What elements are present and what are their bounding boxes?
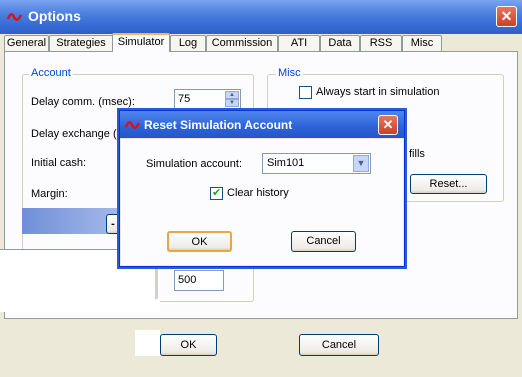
app-logo-icon: [7, 9, 23, 25]
initial-cash-label: Initial cash:: [31, 157, 87, 169]
dialog-ok-button[interactable]: OK: [167, 231, 232, 252]
blank-region: [135, 330, 160, 356]
cancel-button[interactable]: Cancel: [299, 334, 379, 356]
title-bar: Options ✕: [0, 0, 522, 34]
tab-rss[interactable]: RSS: [360, 35, 402, 51]
tab-commission[interactable]: Commission: [206, 35, 278, 51]
spin-down-icon[interactable]: ▼: [225, 99, 239, 107]
simulation-account-label: Simulation account:: [146, 158, 242, 170]
ok-button[interactable]: OK: [160, 334, 217, 356]
close-button[interactable]: ✕: [496, 6, 517, 27]
dialog-title: Reset Simulation Account: [144, 118, 293, 132]
tab-misc[interactable]: Misc: [402, 35, 442, 51]
tab-ati[interactable]: ATI: [278, 35, 320, 51]
reset-button[interactable]: Reset...: [410, 174, 487, 194]
always-start-checkbox[interactable]: [299, 86, 312, 99]
window-title: Options: [28, 8, 81, 24]
dash-button[interactable]: -: [106, 214, 120, 234]
spin-up-icon[interactable]: ▲: [225, 91, 239, 99]
clear-history-checkbox[interactable]: [210, 186, 223, 200]
tab-data[interactable]: Data: [320, 35, 360, 51]
tab-strip: General Strategies Simulator Log Commiss…: [4, 33, 518, 52]
reset-simulation-dialog: Reset Simulation Account ✕ Simulation ac…: [119, 110, 405, 267]
fills-label: fills: [409, 148, 425, 160]
tab-simulator[interactable]: Simulator: [112, 33, 170, 52]
account-group-label: Account: [29, 67, 73, 79]
misc-group-label: Misc: [276, 67, 303, 79]
clear-history-label: Clear history: [227, 187, 289, 199]
tab-log[interactable]: Log: [170, 35, 206, 51]
margin-label: Margin:: [31, 188, 68, 200]
lower-value-field[interactable]: 500: [174, 270, 224, 291]
chevron-down-icon[interactable]: ▼: [353, 155, 369, 172]
always-start-label: Always start in simulation: [316, 86, 440, 98]
delay-exchange-label: Delay exchange (m: [31, 128, 126, 140]
dialog-cancel-button[interactable]: Cancel: [291, 231, 356, 252]
lower-value: 500: [178, 274, 197, 286]
delay-comm-value: 75: [178, 93, 191, 105]
delay-comm-spinner[interactable]: 75 ▲ ▼: [174, 89, 241, 110]
simulation-account-value: Sim101: [267, 157, 305, 169]
delay-comm-label: Delay comm. (msec):: [31, 96, 135, 108]
tab-strategies[interactable]: Strategies: [49, 35, 113, 51]
simulation-account-select[interactable]: Sim101 ▼: [262, 153, 371, 174]
dialog-body: Simulation account: Sim101 ▼ Clear histo…: [121, 139, 403, 265]
dialog-title-bar: Reset Simulation Account ✕: [120, 111, 404, 138]
app-logo-icon: [125, 117, 141, 133]
dialog-close-button[interactable]: ✕: [378, 115, 398, 135]
tab-general[interactable]: General: [4, 35, 49, 51]
